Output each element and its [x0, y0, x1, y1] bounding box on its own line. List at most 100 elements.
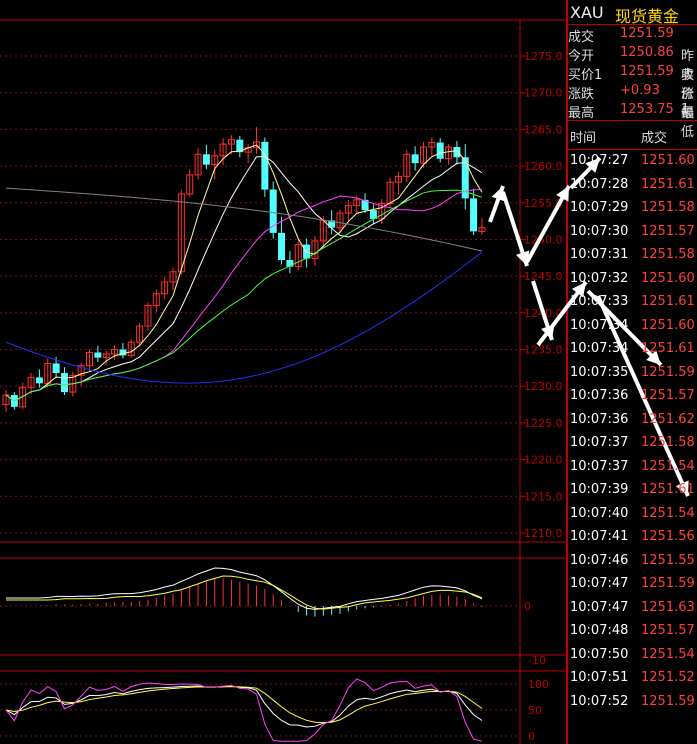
tick-price: 1251.57	[641, 388, 695, 403]
tick-row[interactable]: 10:07:39 1251.61	[567, 479, 697, 502]
tick-time: 10:07:52	[570, 693, 629, 709]
tick-time: 10:07:29	[570, 200, 629, 215]
price-tick-label: 1260.0	[524, 160, 563, 173]
quote-value: 1250.86	[620, 45, 674, 60]
price-tick-label: 1235.0	[524, 344, 563, 357]
tick-price: 1251.60	[641, 317, 695, 333]
price-tick-label: 1265.0	[524, 123, 563, 136]
tick-price: 1251.52	[641, 670, 695, 685]
candle-body	[411, 154, 419, 164]
macd-dif-line	[6, 567, 483, 610]
tick-time: 10:07:48	[570, 623, 629, 638]
tick-row[interactable]: 10:07:47 1251.63	[567, 597, 697, 620]
tick-row[interactable]: 10:07:34 1251.60	[567, 315, 697, 338]
ticks-header-price: 成交	[641, 131, 668, 146]
tick-row[interactable]: 10:07:32 1251.60	[567, 268, 697, 291]
quote-row: 涨跌 +0.93 涨幅	[567, 82, 697, 121]
candle-body	[470, 198, 478, 232]
kdj-d-line	[5, 686, 483, 724]
tick-row[interactable]: 10:07:41 1251.56	[567, 526, 697, 549]
tick-time: 10:07:41	[570, 529, 629, 544]
tick-time: 10:07:33	[570, 294, 629, 309]
tick-row[interactable]: 10:07:30 1251.57	[567, 221, 697, 244]
candle-body	[202, 154, 210, 165]
tick-row[interactable]: 10:07:40 1251.54	[567, 503, 697, 526]
tick-price: 1251.60	[641, 153, 695, 168]
quote-panel: XAU 现货黄金 成交 1251.59 今开 1250.86 昨收 买价1 1251.59 卖…	[567, 0, 697, 744]
macd-dea-line	[6, 575, 483, 610]
tick-price: 1251.63	[641, 599, 695, 615]
tick-row[interactable]: 10:07:31 1251.58	[567, 244, 697, 267]
price-tick-label: 1270.0	[524, 87, 563, 100]
tick-time: 10:07:37	[570, 458, 629, 474]
tick-row[interactable]: 10:07:28 1251.61	[567, 174, 697, 197]
tick-row[interactable]: 10:07:29 1251.58	[567, 197, 697, 220]
ticks-header: 时间 成交	[567, 120, 697, 150]
tick-time: 10:07:31	[570, 247, 629, 262]
tick-price: 1251.57	[641, 623, 695, 638]
kdj-k-line	[5, 685, 483, 728]
tick-price: 1251.59	[641, 576, 695, 591]
tick-time: 10:07:32	[570, 270, 629, 286]
tick-row[interactable]: 10:07:27 1251.60	[567, 150, 697, 173]
tick-time: 10:07:27	[570, 153, 629, 168]
tick-price: 1251.58	[641, 200, 695, 215]
tick-price: 1251.58	[641, 435, 695, 450]
kdj-tick-label: 100	[528, 678, 549, 691]
ma20-line	[5, 188, 482, 402]
tick-time: 10:07:51	[570, 670, 629, 685]
candle-body	[94, 352, 102, 358]
quote-row: 成交 1251.59	[567, 25, 697, 45]
quote-header: XAU 现货黄金	[567, 0, 697, 26]
quote-label: 买价1	[568, 68, 603, 83]
ma120-line	[5, 187, 483, 252]
ticks-header-time: 时间	[570, 131, 597, 146]
candle-body	[35, 377, 43, 384]
quote-label: 今开	[568, 49, 595, 64]
tick-row[interactable]: 10:07:37 1251.58	[567, 432, 697, 455]
symbol-name: 现货黄金	[615, 7, 680, 26]
price-tick-label: 1210.0	[524, 527, 563, 540]
quote-value: 1251.59	[620, 64, 674, 79]
tick-row[interactable]: 10:07:36 1251.57	[567, 385, 697, 408]
candle-body	[436, 142, 444, 159]
tick-price: 1251.61	[641, 341, 695, 356]
candle-body	[60, 373, 68, 393]
quote-label: 成交	[568, 30, 595, 45]
tick-time: 10:07:40	[570, 505, 629, 521]
tick-time: 10:07:47	[570, 599, 629, 615]
tick-row[interactable]: 10:07:51 1251.52	[567, 667, 697, 690]
ma30-line	[5, 189, 483, 402]
tick-time: 10:07:36	[570, 411, 629, 427]
quote-row: 今开 1250.86 昨收	[567, 44, 697, 83]
tick-price: 1251.54	[641, 458, 695, 474]
macd-zero-label: 0	[524, 600, 531, 613]
price-tick-label: 1225.0	[524, 417, 563, 430]
tick-row[interactable]: 10:07:48 1251.57	[567, 620, 697, 643]
price-tick-label: 1245.0	[524, 270, 563, 283]
tick-row[interactable]: 10:07:36 1251.62	[567, 409, 697, 432]
tick-time: 10:07:30	[570, 223, 629, 239]
candle-body	[278, 232, 286, 261]
tick-time: 10:07:50	[570, 646, 629, 662]
price-tick-label: 1230.0	[524, 380, 563, 393]
tick-price: 1251.58	[641, 247, 695, 262]
tick-row[interactable]: 10:07:33 1251.61	[567, 291, 697, 314]
tick-price: 1251.57	[641, 223, 695, 239]
tick-row[interactable]: 10:07:50 1251.54	[567, 644, 697, 667]
tick-row[interactable]: 10:07:34 1251.61	[567, 338, 697, 361]
candle-body	[453, 146, 461, 158]
quote-value: +0.93	[620, 83, 660, 98]
tick-row[interactable]: 10:07:35 1251.59	[567, 362, 697, 385]
tick-price: 1251.54	[641, 505, 695, 521]
tick-row[interactable]: 10:07:47 1251.59	[567, 573, 697, 596]
tick-row[interactable]: 10:07:37 1251.54	[567, 456, 697, 479]
tick-time: 10:07:36	[570, 388, 629, 403]
kdj-tick-label: 50	[528, 704, 542, 717]
tick-price: 1251.55	[641, 552, 695, 568]
quote-label: 最高	[568, 106, 595, 121]
tick-row[interactable]: 10:07:52 1251.59	[567, 691, 697, 714]
tick-time: 10:07:28	[570, 176, 629, 192]
tick-row[interactable]: 10:07:46 1251.55	[567, 550, 697, 573]
tick-time: 10:07:34	[570, 341, 629, 356]
